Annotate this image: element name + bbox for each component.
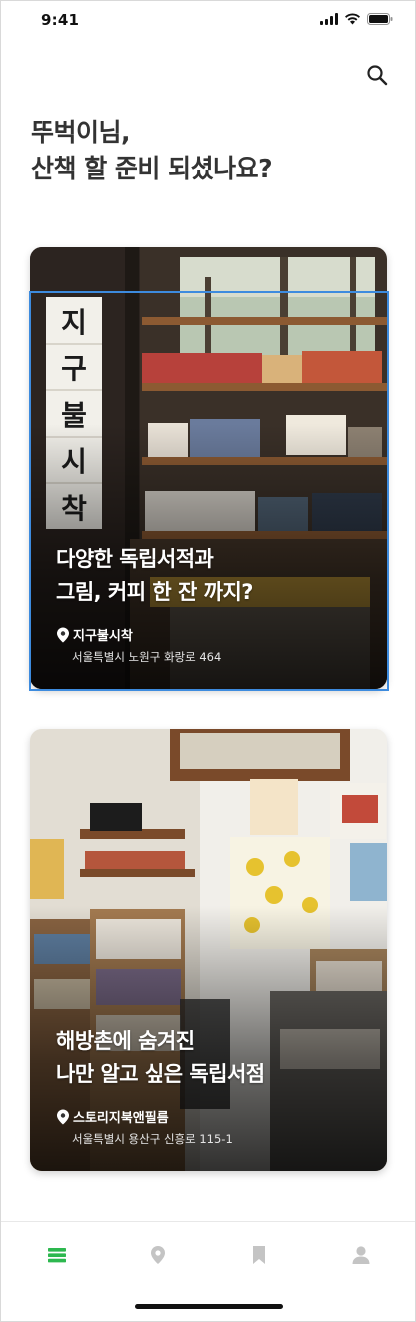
place-name: 지구불시착 bbox=[73, 629, 133, 644]
battery-icon bbox=[367, 13, 393, 25]
tab-profile[interactable] bbox=[348, 1242, 374, 1268]
tab-list[interactable] bbox=[44, 1242, 70, 1268]
profile-icon bbox=[352, 1246, 370, 1264]
card-title: 다양한 독립서적과 그림, 커피 한 잔 까지? bbox=[56, 543, 253, 609]
bookmark-icon bbox=[253, 1246, 265, 1264]
greeting-line-1: 뚜벅이님, bbox=[31, 118, 131, 147]
home-indicator bbox=[135, 1304, 283, 1309]
place-row: 스토리지북앤필름 bbox=[56, 1107, 169, 1126]
search-icon bbox=[367, 65, 388, 86]
list-icon bbox=[48, 1248, 66, 1263]
place-address: 서울특별시 노원구 화랑로 464 bbox=[72, 650, 222, 664]
map-pin-icon bbox=[151, 1246, 165, 1264]
location-pin-icon bbox=[57, 1109, 69, 1124]
location-pin-icon bbox=[57, 627, 69, 642]
greeting-line-2: 산책 할 준비 되셨나요? bbox=[31, 154, 273, 183]
tab-map[interactable] bbox=[145, 1242, 171, 1268]
card-gradient bbox=[30, 247, 387, 689]
place-name: 스토리지북앤필름 bbox=[73, 1111, 169, 1126]
card-gradient bbox=[30, 729, 387, 1171]
tab-bookmark[interactable] bbox=[246, 1242, 272, 1268]
card-title-line-2: 나만 알고 싶은 독립서점 bbox=[56, 1062, 265, 1086]
place-row: 지구불시착 bbox=[56, 625, 133, 644]
status-bar: 9:41 bbox=[1, 1, 415, 45]
greeting-title: 뚜벅이님, 산책 할 준비 되셨나요? bbox=[31, 115, 273, 187]
app-screen: 9:41 뚜벅이님, 산책 할 준비 되셨나요? 다양한 독립서적과 그림, 커… bbox=[0, 0, 416, 1322]
card-title-line-2: 그림, 커피 한 잔 까지? bbox=[56, 580, 253, 604]
card-title-line-1: 다양한 독립서적과 bbox=[56, 547, 214, 571]
search-button[interactable] bbox=[365, 63, 389, 87]
status-icons bbox=[320, 13, 393, 25]
status-time: 9:41 bbox=[41, 11, 80, 29]
card-title: 해방촌에 숨겨진 나만 알고 싶은 독립서점 bbox=[56, 1025, 265, 1091]
signal-icon bbox=[320, 13, 338, 25]
bookstore-card-1[interactable]: 지 구 불 시 착 다양한 독립서적과 그림, 커피 한 잔 까지? 지구불시착… bbox=[30, 247, 387, 689]
wifi-icon bbox=[345, 13, 360, 25]
bookstore-card-2[interactable]: 해방촌에 숨겨진 나만 알고 싶은 독립서점 스토리지북앤필름 서울특별시 용산… bbox=[30, 729, 387, 1171]
place-address: 서울특별시 용산구 신흥로 115-1 bbox=[72, 1132, 233, 1146]
card-title-line-1: 해방촌에 숨겨진 bbox=[56, 1029, 195, 1053]
